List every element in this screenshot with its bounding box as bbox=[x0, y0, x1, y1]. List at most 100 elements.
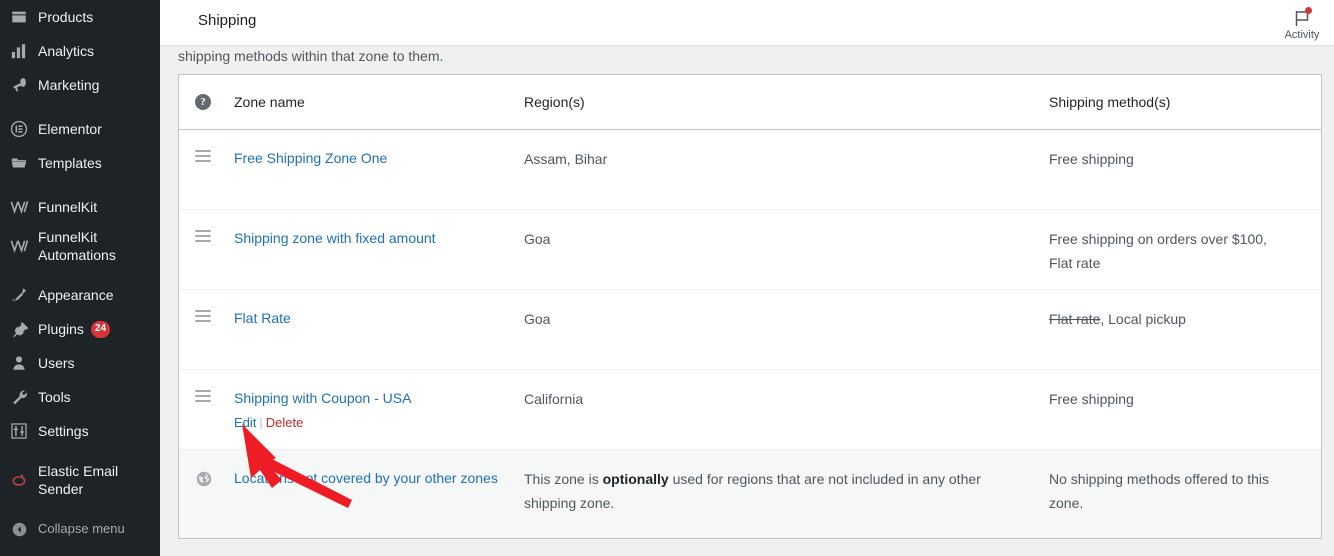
products-icon bbox=[9, 7, 29, 27]
shipping-method-label: Free shipping bbox=[1049, 391, 1134, 407]
sidebar-item-tools[interactable]: Tools bbox=[0, 380, 160, 414]
header-cell-help: ? bbox=[179, 94, 234, 110]
sidebar-item-plugins[interactable]: Plugins 24 bbox=[0, 312, 160, 346]
table-row: Flat Rate Goa Flat rate, Local pickup bbox=[179, 290, 1321, 370]
header-cell-zone-name: Zone name bbox=[234, 94, 305, 110]
row-zone-name-cell: Shipping with Coupon - USA Edit | Delete bbox=[234, 370, 524, 449]
header-cell-methods: Shipping method(s) bbox=[1049, 94, 1171, 110]
sidebar-separator bbox=[0, 180, 160, 190]
drag-handle-icon[interactable] bbox=[195, 390, 211, 402]
main-content: shipping methods within that zone to the… bbox=[160, 46, 1334, 556]
header-cell-regions: Region(s) bbox=[524, 94, 585, 110]
regions-description-bold: optionally bbox=[602, 471, 669, 487]
activity-label: Activity bbox=[1284, 28, 1320, 41]
shipping-method-label: No shipping methods offered to this zone… bbox=[1049, 471, 1269, 511]
sidebar-separator bbox=[0, 502, 160, 512]
regions-description-before: This zone is bbox=[524, 471, 603, 487]
sidebar-item-label: FunnelKit bbox=[38, 198, 98, 215]
shipping-zones-table: ? Zone name Region(s) Shipping method(s)… bbox=[178, 74, 1322, 539]
row-handle-cell bbox=[179, 370, 234, 449]
elastic-email-icon bbox=[9, 470, 29, 490]
row-zone-name-cell: Locations not covered by your other zone… bbox=[234, 450, 524, 538]
sidebar-item-label: Marketing bbox=[38, 76, 100, 93]
sidebar-item-funnelkit[interactable]: FunnelKit bbox=[0, 190, 160, 224]
row-methods-cell: No shipping methods offered to this zone… bbox=[1049, 450, 1321, 538]
row-regions-cell: Goa bbox=[524, 311, 551, 327]
sidebar-item-appearance[interactable]: Appearance bbox=[0, 278, 160, 312]
sidebar-separator bbox=[0, 448, 160, 458]
sidebar-item-label: Plugins bbox=[38, 320, 84, 337]
drag-handle-icon[interactable] bbox=[195, 230, 211, 242]
row-handle-cell bbox=[179, 290, 234, 369]
table-row: Free Shipping Zone One Assam, Bihar Free… bbox=[179, 130, 1321, 210]
funnelkit-icon bbox=[9, 197, 29, 217]
sidebar-item-funnelkit-automations[interactable]: FunnelKit Automations bbox=[0, 224, 160, 268]
sidebar-item-templates[interactable]: Templates bbox=[0, 146, 160, 180]
funnelkit-automations-icon bbox=[9, 236, 29, 256]
tools-icon bbox=[9, 387, 29, 407]
sidebar-item-label: Users bbox=[38, 354, 75, 371]
activity-panel-button[interactable]: Activity bbox=[1270, 2, 1334, 46]
globe-icon bbox=[195, 470, 234, 488]
plugins-icon bbox=[9, 319, 29, 339]
sidebar-item-marketing[interactable]: Marketing bbox=[0, 68, 160, 102]
zone-name-link[interactable]: Flat Rate bbox=[234, 310, 291, 326]
sidebar-separator bbox=[0, 102, 160, 112]
row-regions-cell: California bbox=[524, 391, 584, 407]
sidebar-item-elementor[interactable]: Elementor bbox=[0, 112, 160, 146]
delete-link[interactable]: Delete bbox=[266, 415, 304, 430]
elementor-icon bbox=[9, 119, 29, 139]
sidebar-item-label: Elastic Email Sender bbox=[38, 462, 119, 497]
sidebar-item-label: FunnelKit Automations bbox=[38, 228, 116, 263]
table-row: Shipping with Coupon - USA Edit | Delete C… bbox=[179, 370, 1321, 450]
shipping-method-label-disabled: Flat rate bbox=[1049, 311, 1101, 327]
collapse-menu-label: Collapse menu bbox=[38, 520, 125, 536]
collapse-arrow-icon bbox=[9, 519, 29, 539]
zone-name-link[interactable]: Shipping zone with fixed amount bbox=[234, 230, 436, 246]
sidebar-item-analytics[interactable]: Analytics bbox=[0, 34, 160, 68]
sidebar-item-products[interactable]: Products bbox=[0, 0, 160, 34]
table-row: Shipping zone with fixed amount Goa Free… bbox=[179, 210, 1321, 290]
plugins-update-badge: 24 bbox=[90, 320, 111, 338]
sidebar-item-label: Tools bbox=[38, 388, 71, 405]
help-icon[interactable]: ? bbox=[195, 94, 211, 110]
row-regions-cell: Goa bbox=[524, 231, 551, 247]
table-header-row: ? Zone name Region(s) Shipping method(s) bbox=[179, 75, 1321, 130]
flag-icon bbox=[1291, 6, 1313, 28]
row-actions: Edit | Delete bbox=[234, 415, 524, 430]
zone-name-link[interactable]: Free Shipping Zone One bbox=[234, 150, 387, 166]
notification-dot bbox=[1305, 6, 1312, 14]
action-separator: | bbox=[259, 415, 263, 430]
marketing-icon bbox=[9, 75, 29, 95]
drag-handle-icon[interactable] bbox=[195, 150, 211, 162]
page-header: Shipping Activity bbox=[160, 0, 1334, 46]
shipping-method-label: Flat rate bbox=[1049, 254, 1101, 271]
sidebar-item-label: Templates bbox=[38, 154, 102, 171]
row-zone-name-cell: Flat Rate bbox=[234, 290, 524, 369]
row-methods-cell: Free shipping on orders over $100, Flat … bbox=[1049, 210, 1321, 289]
analytics-icon bbox=[9, 41, 29, 61]
zone-name-link[interactable]: Shipping with Coupon - USA bbox=[234, 390, 411, 406]
sidebar-item-users[interactable]: Users bbox=[0, 346, 160, 380]
sidebar-item-settings[interactable]: Settings bbox=[0, 414, 160, 448]
row-regions-cell: This zone is optionally used for regions… bbox=[524, 450, 1049, 538]
row-regions-cell: Assam, Bihar bbox=[524, 151, 608, 167]
shipping-method-label: Free shipping bbox=[1049, 151, 1134, 167]
row-methods-cell: Free shipping bbox=[1049, 130, 1321, 209]
sidebar-item-label: Appearance bbox=[38, 286, 114, 303]
sidebar-item-label: Elementor bbox=[38, 120, 102, 137]
row-zone-name-cell: Shipping zone with fixed amount bbox=[234, 210, 524, 289]
row-zone-name-cell: Free Shipping Zone One bbox=[234, 130, 524, 209]
users-icon bbox=[9, 353, 29, 373]
zone-name-link[interactable]: Locations not covered by your other zone… bbox=[234, 470, 498, 486]
edit-link[interactable]: Edit bbox=[234, 415, 256, 430]
admin-sidebar: Products Analytics Marketing Elementor T… bbox=[0, 0, 160, 556]
sidebar-separator bbox=[0, 268, 160, 278]
sidebar-item-elastic-email-sender[interactable]: Elastic Email Sender bbox=[0, 458, 160, 502]
row-handle-cell bbox=[179, 130, 234, 209]
drag-handle-icon[interactable] bbox=[195, 310, 211, 322]
collapse-menu-button[interactable]: Collapse menu bbox=[0, 512, 160, 546]
sidebar-item-label: Settings bbox=[38, 422, 89, 439]
row-methods-cell: Flat rate, Local pickup bbox=[1049, 290, 1321, 369]
page-title: Shipping bbox=[198, 12, 257, 29]
